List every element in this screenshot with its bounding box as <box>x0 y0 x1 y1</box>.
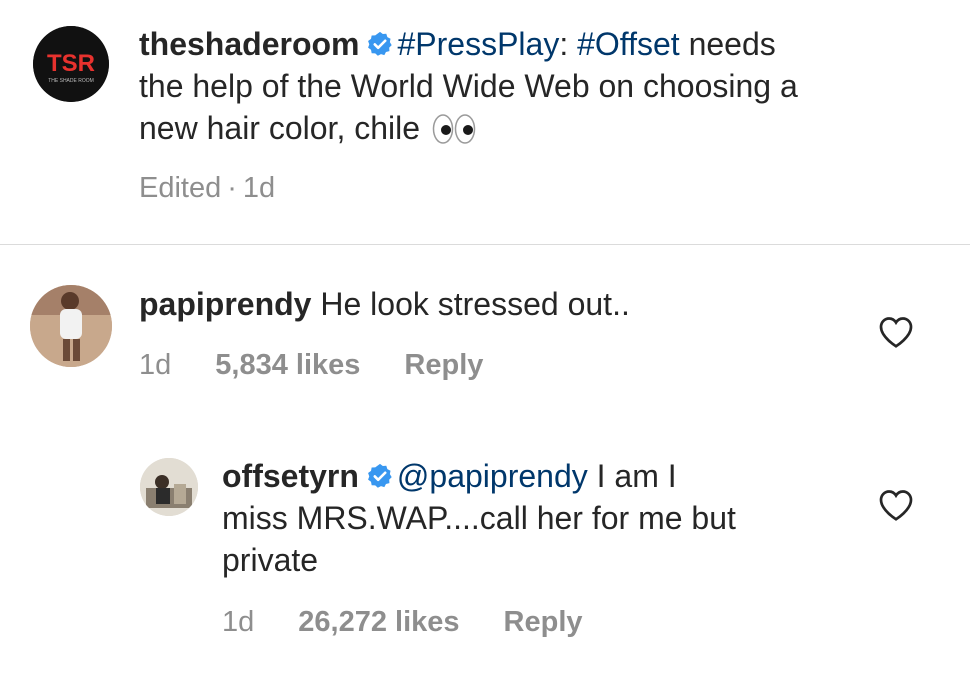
comment-2-body: offsetyrn @papiprendy I am I miss MRS.WAP… <box>222 455 862 581</box>
caption-text-1: needs <box>679 26 776 62</box>
comment-2-text-1: I am I <box>587 458 677 494</box>
comment-1-likes[interactable]: 5,834 likes <box>215 349 360 382</box>
tsr-logo-icon: TSR THE SHADE ROOM <box>33 26 109 102</box>
heart-icon[interactable] <box>878 488 914 522</box>
comment-2-likes[interactable]: 26,272 likes <box>298 606 459 639</box>
caption-line-2: the help of the World Wide Web on choosi… <box>139 68 798 104</box>
comment-1-reply-button[interactable]: Reply <box>404 349 483 382</box>
comment-2-username[interactable]: offsetyrn <box>222 458 359 494</box>
logo-text: TSR <box>47 50 95 77</box>
eyes-emoji <box>432 114 476 144</box>
hashtag-offset[interactable]: #Offset <box>577 26 680 62</box>
comment-2-line-2: miss MRS.WAP....call her for me but <box>222 500 736 536</box>
caption-line-1: theshaderoom #PressPlay: #Offset needs <box>139 23 939 65</box>
caption-body: theshaderoom #PressPlay: #Offset needs th… <box>139 23 939 149</box>
comment-2-time[interactable]: 1d <box>222 606 254 639</box>
comment-1-username[interactable]: papiprendy <box>139 286 311 322</box>
logo-subtext: THE SHADE ROOM <box>48 78 94 84</box>
comment-1-meta: 1d 5,834 likes Reply <box>139 346 483 384</box>
caption-meta: Edited · 1d <box>139 170 275 206</box>
papiprendy-avatar[interactable] <box>30 285 112 367</box>
edited-label: Edited <box>139 171 222 204</box>
caption-colon: : <box>559 26 578 62</box>
caption-username[interactable]: theshaderoom <box>139 26 359 62</box>
comment-2-meta: 1d 26,272 likes Reply <box>222 603 583 641</box>
offsetyrn-avatar[interactable] <box>140 458 198 516</box>
person-photo-icon <box>140 458 198 516</box>
hashtag-pressplay[interactable]: #PressPlay <box>397 26 559 62</box>
heart-icon[interactable] <box>878 315 914 349</box>
caption-text-3: new hair color, chile <box>139 110 421 146</box>
comment-1-text: He look stressed out.. <box>320 286 630 322</box>
tsr-avatar[interactable]: TSR THE SHADE ROOM <box>33 26 109 102</box>
comment-2-reply-button[interactable]: Reply <box>504 606 583 639</box>
meta-separator: · <box>227 171 237 204</box>
caption-divider <box>0 244 970 245</box>
verified-badge-icon <box>367 463 392 488</box>
comment-2-line-1: offsetyrn @papiprendy I am I <box>222 455 862 497</box>
comment-2-line-3: private <box>222 542 319 578</box>
person-photo-icon <box>30 285 112 367</box>
verified-badge-icon <box>368 31 393 56</box>
comment-1-body: papiprendy He look stressed out.. <box>139 283 859 325</box>
caption-line-3: new hair color, chile <box>139 107 939 149</box>
caption-time[interactable]: 1d <box>243 172 275 205</box>
comment-2-mention[interactable]: @papiprendy <box>397 458 588 494</box>
comment-1-time[interactable]: 1d <box>139 349 171 382</box>
